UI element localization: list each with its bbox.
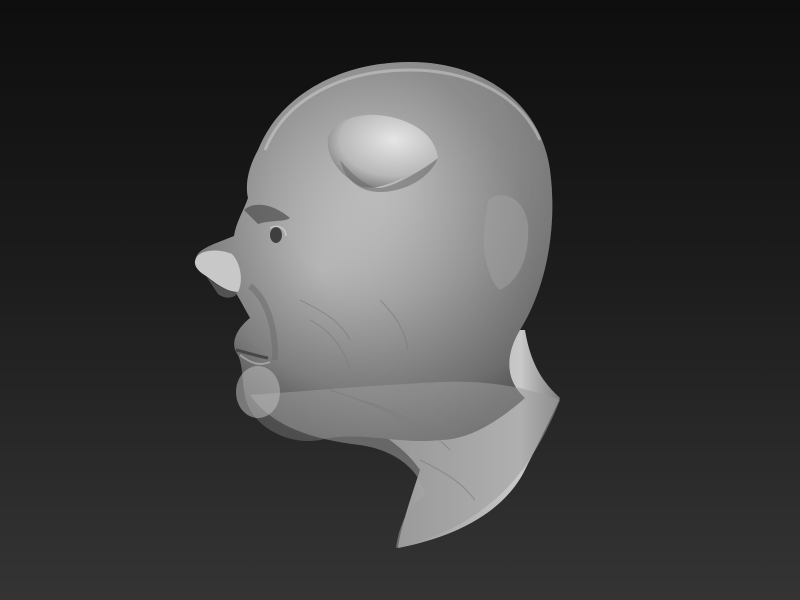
eye	[270, 227, 282, 243]
head-sculpt-model[interactable]	[0, 0, 800, 600]
jaw	[250, 381, 560, 548]
chin	[236, 366, 280, 418]
sculpt-viewport[interactable]	[0, 0, 800, 600]
